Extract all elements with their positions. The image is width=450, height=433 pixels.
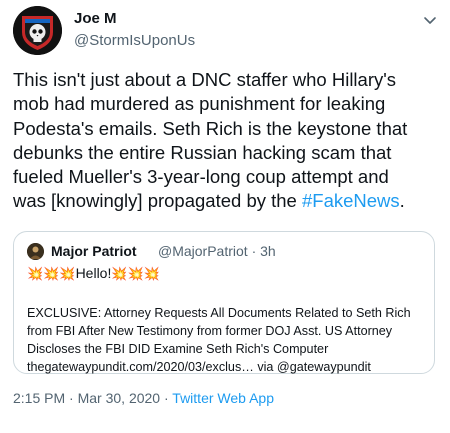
quoted-tweet[interactable]: Major Patriot @MajorPatriot · 3h 💥💥💥Hell…	[13, 231, 435, 374]
author-handle[interactable]: @StormIsUponUs	[74, 32, 195, 49]
tweet-text: This isn't just about a DNC staffer who …	[13, 68, 443, 214]
tweet-date[interactable]: Mar 30, 2020	[78, 390, 161, 406]
tweet-text-line: fueled Mueller's 3-year-long coup attemp…	[13, 166, 389, 188]
tweet-text-line: mob had murdered as punishment for leaki…	[13, 93, 386, 115]
quote-body-text: EXCLUSIVE: Attorney Requests All Documen…	[27, 304, 427, 376]
tweet-text-line: This isn't just about a DNC staffer who …	[13, 69, 397, 90]
author-display-name[interactable]: Joe M	[74, 10, 117, 27]
quote-avatar-icon[interactable]	[27, 243, 44, 260]
quote-hello-line: 💥💥💥Hello!💥💥💥	[27, 265, 160, 282]
tweet-text-fragment: was [knowingly] propagated by the	[13, 190, 302, 212]
quote-text-line: EXCLUSIVE: Attorney Requests All Documen…	[27, 306, 411, 320]
quote-meta: @MajorPatriot · 3h	[158, 243, 276, 259]
tweet-source-link[interactable]: Twitter Web App	[172, 390, 274, 406]
collision-emoji-group: 💥💥💥	[111, 266, 160, 281]
footer-separator: ·	[69, 390, 74, 406]
tweet-footer: 2:15 PM · Mar 30, 2020 · Twitter Web App	[13, 390, 274, 406]
quote-author-handle[interactable]: @MajorPatriot	[158, 243, 248, 259]
collision-emoji-group: 💥💥💥	[27, 266, 76, 281]
tweet-text-line: Podesta's emails. Seth Rich is the keyst…	[13, 117, 408, 139]
quote-text-line: thegatewaypundit.com/2020/03/exclus… via…	[27, 360, 371, 374]
hashtag-link[interactable]: #FakeNews	[302, 190, 400, 211]
quote-text-line: from FBI After New Testimony from former…	[27, 324, 393, 338]
tweet-text-line: debunks the entire Russian hacking scam …	[13, 141, 392, 163]
chevron-down-icon[interactable]	[422, 12, 438, 28]
shield-skull-avatar-icon[interactable]	[13, 6, 62, 55]
quote-timestamp[interactable]: 3h	[260, 243, 276, 259]
tweet-text-line-last: was [knowingly] propagated by the #FakeN…	[13, 189, 443, 213]
tweet-card: Joe M @StormIsUponUs This isn't just abo…	[0, 0, 450, 433]
tweet-time[interactable]: 2:15 PM	[13, 390, 65, 406]
quote-text-line: Discloses the FBI DID Examine Seth Rich'…	[27, 342, 329, 356]
quote-separator: ·	[251, 243, 257, 259]
footer-separator: ·	[163, 390, 169, 406]
tweet-text-fragment: .	[399, 190, 405, 212]
quote-author-name[interactable]: Major Patriot	[51, 243, 137, 259]
quote-hello-text: Hello!	[75, 265, 112, 281]
